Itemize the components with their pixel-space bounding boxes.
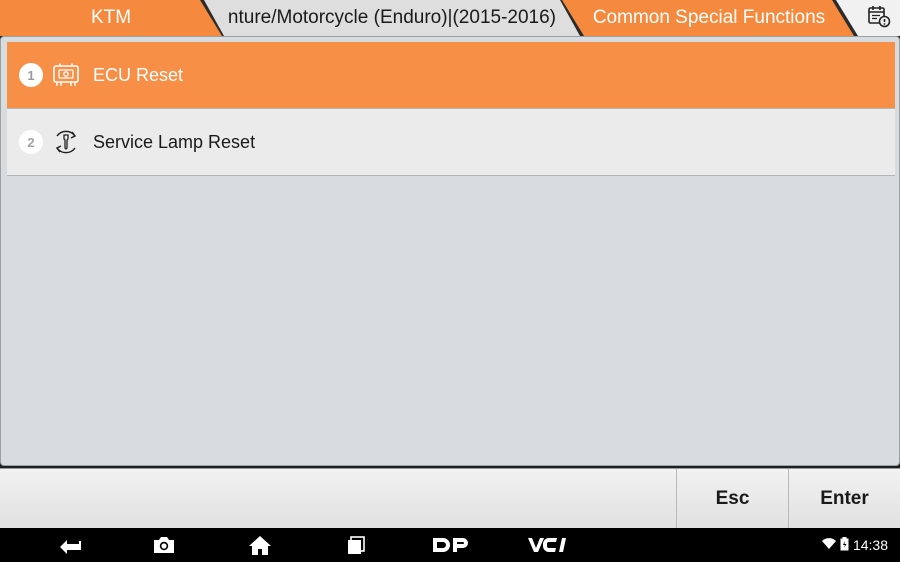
breadcrumb-bar: KTM nture/Motorcycle (Enduro)|(2015-2016… (0, 0, 900, 36)
breadcrumb-current-label: Common Special Functions (592, 7, 826, 28)
breadcrumb-brand[interactable]: KTM (0, 0, 222, 36)
status-time: 14:38 (852, 537, 888, 553)
breadcrumb-model-label: nture/Motorcycle (Enduro)|(2015-2016) (227, 7, 556, 28)
function-list: 1 ECU Reset 2 Service Lamp Reset (7, 42, 895, 176)
camera-icon[interactable] (151, 528, 177, 562)
function-label: Service Lamp Reset (93, 131, 256, 152)
battery-icon (840, 536, 849, 554)
function-panel: 1 ECU Reset 2 Service Lamp Reset (0, 36, 900, 466)
system-nav-bar: 14:38 (0, 528, 900, 562)
back-arrow-icon[interactable] (56, 528, 84, 562)
function-item-service-lamp-reset[interactable]: 2 Service Lamp Reset (7, 109, 895, 176)
breadcrumb-current[interactable]: Common Special Functions (562, 0, 854, 36)
function-label: ECU Reset (93, 64, 184, 85)
wrench-reset-icon (51, 127, 81, 157)
function-item-ecu-reset[interactable]: 1 ECU Reset (7, 42, 895, 109)
dp-button[interactable] (430, 528, 472, 562)
breadcrumb-brand-label: KTM (90, 7, 132, 28)
action-bar: Esc Enter (0, 468, 900, 529)
item-number-badge: 1 (19, 63, 43, 87)
status-area: 14:38 (821, 528, 888, 562)
recent-apps-icon[interactable] (344, 528, 368, 562)
calendar-info-icon (867, 4, 891, 33)
item-number-badge: 2 (19, 130, 43, 154)
ecu-icon (51, 60, 81, 90)
home-icon[interactable] (247, 528, 273, 562)
wifi-icon (821, 537, 836, 553)
breadcrumb-model[interactable]: nture/Motorcycle (Enduro)|(2015-2016) (204, 0, 580, 36)
vci-button[interactable] (524, 528, 572, 562)
enter-button[interactable]: Enter (788, 469, 900, 529)
esc-button[interactable]: Esc (676, 469, 788, 529)
